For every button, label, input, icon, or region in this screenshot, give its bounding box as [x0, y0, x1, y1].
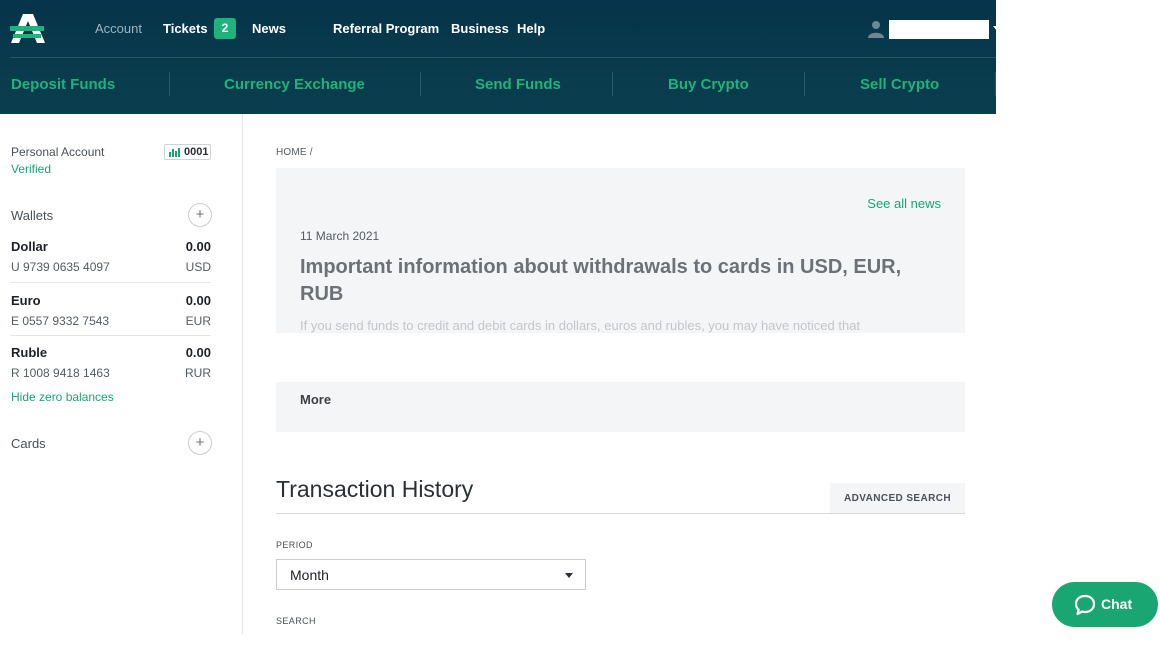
account-code: 0001	[184, 146, 209, 158]
hide-zero-balances-link[interactable]: Hide zero balances	[11, 390, 114, 404]
wallet-name: Ruble	[11, 345, 48, 360]
chat-button[interactable]: Chat	[1052, 582, 1158, 627]
wallet-currency: USD	[185, 260, 211, 274]
deposit-funds-button[interactable]: Deposit Funds	[11, 76, 115, 93]
wallet-item[interactable]: Dollar 0.00 U 9739 0635 4097 USD	[11, 239, 211, 292]
header-right-area	[996, 0, 1160, 114]
action-separator	[420, 72, 421, 96]
wallet-divider	[11, 282, 211, 283]
nav-account[interactable]: Account	[95, 21, 142, 36]
transaction-history-title: Transaction History	[276, 476, 474, 502]
currency-exchange-button[interactable]: Currency Exchange	[224, 76, 365, 93]
news-excerpt: If you send funds to credit and debit ca…	[300, 318, 861, 333]
wallet-balance: 0.00	[185, 293, 211, 308]
more-button[interactable]: More	[276, 382, 965, 432]
advanced-search-button[interactable]: ADVANCED SEARCH	[830, 483, 965, 514]
wallet-name: Dollar	[11, 239, 48, 254]
action-separator	[612, 72, 613, 96]
action-separator	[804, 72, 805, 96]
period-value: Month	[290, 567, 329, 583]
sell-crypto-button[interactable]: Sell Crypto	[860, 76, 939, 93]
send-funds-button[interactable]: Send Funds	[475, 76, 561, 93]
nav-tickets[interactable]: Tickets	[163, 21, 208, 36]
more-label: More	[300, 392, 332, 407]
wallet-currency: EUR	[185, 314, 211, 328]
chevron-down-icon	[565, 573, 573, 578]
wallets-title: Wallets	[11, 208, 54, 223]
account-code-badge[interactable]: 0001	[164, 144, 211, 160]
see-all-news-link[interactable]: See all news	[867, 196, 941, 211]
wallet-name: Euro	[11, 293, 41, 308]
wallet-balance: 0.00	[185, 239, 211, 254]
sidebar: Personal Account Verified 0001 Wallets +…	[0, 114, 243, 634]
nav-business[interactable]: Business	[451, 21, 509, 36]
breadcrumb[interactable]: HOME /	[276, 147, 313, 158]
user-icon[interactable]	[868, 20, 884, 38]
buy-crypto-button[interactable]: Buy Crypto	[668, 76, 749, 93]
wallet-number: R 1008 9418 1463	[11, 366, 110, 380]
chat-bubble-icon	[1074, 594, 1096, 616]
news-date: 11 March 2021	[300, 229, 380, 243]
wallet-divider	[11, 335, 211, 336]
user-name-field[interactable]	[889, 20, 989, 39]
cards-title: Cards	[11, 436, 46, 451]
action-separator	[169, 72, 170, 96]
account-type-label: Personal Account	[11, 145, 105, 159]
user-menu-chevron-down-icon[interactable]	[993, 26, 1001, 31]
period-label: PERIOD	[276, 540, 313, 550]
top-header: Account Tickets 2 News Referral Program …	[0, 0, 1160, 114]
brand-logo-icon[interactable]	[10, 12, 46, 44]
section-divider	[276, 513, 965, 514]
bar-chart-icon	[169, 148, 180, 157]
tickets-count-badge[interactable]: 2	[214, 18, 236, 39]
nav-help[interactable]: Help	[517, 21, 545, 36]
add-card-button[interactable]: +	[188, 431, 212, 455]
wallet-currency: RUR	[185, 366, 211, 380]
nav-referral-program[interactable]: Referral Program	[333, 21, 439, 36]
wallet-number: U 9739 0635 4097	[11, 260, 110, 274]
chat-label: Chat	[1101, 596, 1133, 612]
add-wallet-button[interactable]: +	[188, 203, 212, 227]
news-title[interactable]: Important information about withdrawals …	[300, 254, 940, 308]
verified-status: Verified	[11, 162, 52, 176]
header-divider	[10, 57, 996, 58]
wallet-item[interactable]: Euro 0.00 E 0557 9332 7543 EUR	[11, 293, 211, 346]
wallet-number: E 0557 9332 7543	[11, 314, 110, 328]
news-card: See all news 11 March 2021 Important inf…	[276, 168, 965, 333]
search-label: SEARCH	[276, 616, 316, 626]
wallet-balance: 0.00	[185, 345, 211, 360]
nav-news[interactable]: News	[252, 21, 286, 36]
action-separator	[995, 72, 996, 96]
period-select[interactable]: Month	[276, 559, 586, 590]
